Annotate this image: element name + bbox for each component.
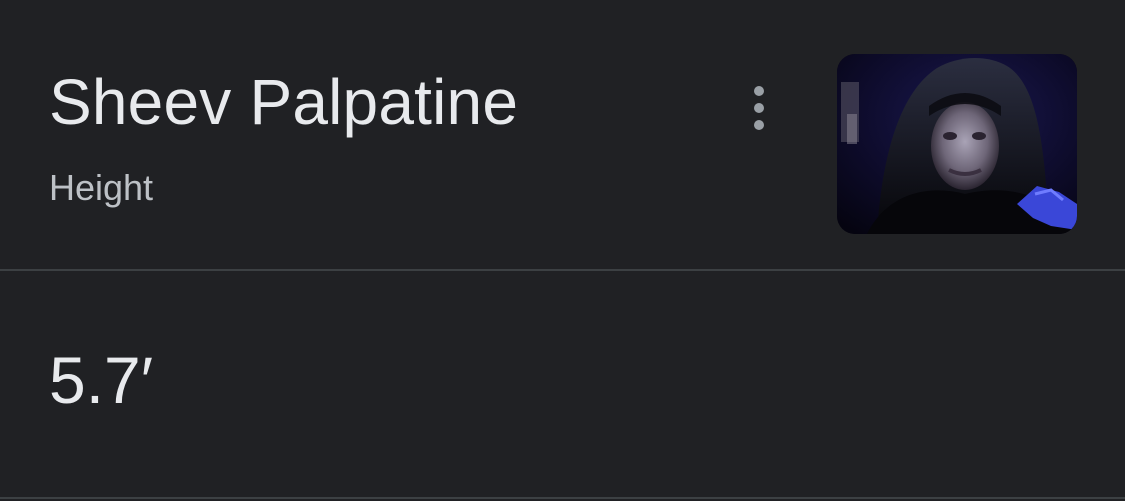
height-value: 5.7′ [49,343,154,417]
card-header: Sheev Palpatine Height [0,0,1125,270]
divider [0,497,1125,499]
thumbnail-image [837,54,1077,234]
more-vertical-icon-dot [754,103,764,113]
knowledge-card: Sheev Palpatine Height 5.7′ [0,0,1125,501]
entity-title[interactable]: Sheev Palpatine [49,62,518,142]
more-vertical-icon-dot [754,120,764,130]
more-vertical-icon [754,86,764,96]
divider [0,269,1125,271]
entity-thumbnail[interactable] [837,54,1077,234]
more-options-button[interactable] [734,78,784,138]
attribute-label: Height [49,167,154,208]
